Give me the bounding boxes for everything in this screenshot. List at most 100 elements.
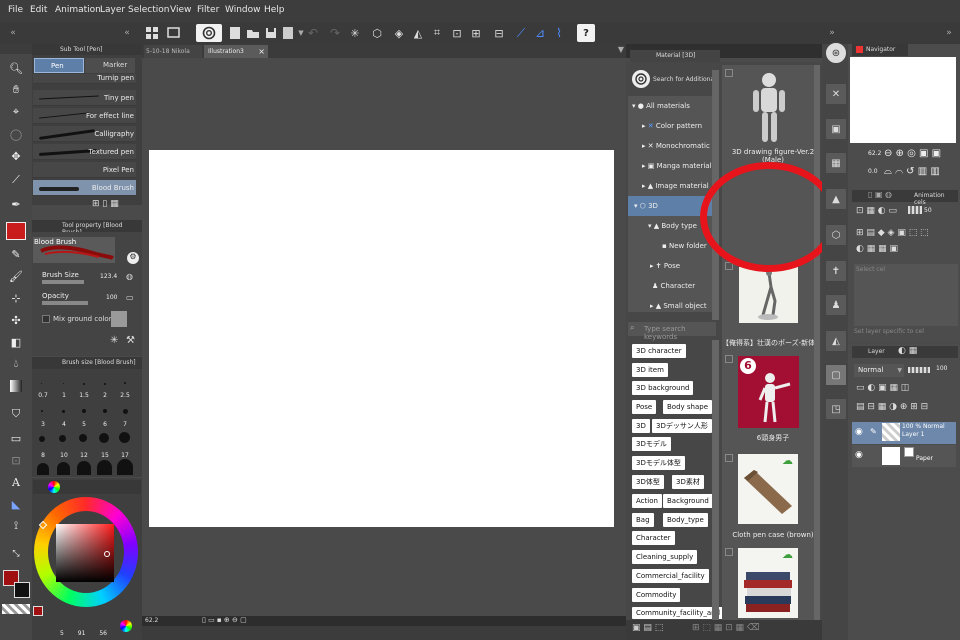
- subtool-item-selected[interactable]: Blood Brush: [33, 180, 136, 196]
- side-3d-icon[interactable]: ⬡: [825, 224, 847, 246]
- brush-size-dot[interactable]: [37, 463, 49, 475]
- swap-color-icon[interactable]: ⤡: [8, 546, 24, 562]
- keyword-search-field[interactable]: ⌕ Type search keywords: [628, 322, 716, 341]
- tag[interactable]: Action: [632, 494, 662, 508]
- tag[interactable]: Commodity: [632, 588, 681, 602]
- side-active-icon[interactable]: ▢: [825, 364, 847, 386]
- brush-size-dot[interactable]: [99, 433, 109, 443]
- tree-item[interactable]: ▸ ✝ Pose: [650, 256, 680, 276]
- correction-tool-icon[interactable]: ⟟: [8, 518, 24, 534]
- figure-tool-icon[interactable]: ▭: [8, 430, 24, 446]
- tree-item[interactable]: ▸ ▣ Manga material: [642, 156, 716, 176]
- gradient-tool-icon[interactable]: [8, 378, 24, 394]
- item-checkbox[interactable]: [725, 454, 733, 462]
- eraser-tool-icon[interactable]: ◧: [8, 334, 24, 350]
- tree-item[interactable]: ▪ New folder: [662, 236, 707, 256]
- selection-in-icon[interactable]: ⊞: [467, 24, 485, 42]
- subtool-item[interactable]: Turnip pen: [33, 74, 136, 84]
- new-document-icon[interactable]: [226, 24, 244, 42]
- item-checkbox[interactable]: [725, 548, 733, 556]
- item-thumbnail-pose[interactable]: [739, 267, 798, 323]
- item-thumbnail-figure-6[interactable]: 6: [738, 356, 799, 428]
- undo-icon[interactable]: ↶: [304, 24, 322, 42]
- tag[interactable]: 3D: [632, 419, 650, 433]
- help-icon[interactable]: ?: [577, 24, 595, 42]
- blend-tool-icon[interactable]: ✣: [8, 312, 24, 328]
- subtool-item[interactable]: Pixel Pen: [33, 162, 136, 178]
- zoom-tool-icon[interactable]: 🔍︎: [8, 60, 24, 76]
- tag[interactable]: 3Dモデル体型: [632, 456, 685, 470]
- material-footer-actions[interactable]: ⊞ ⬚ ▦ ⊡ ▦ ⌫: [692, 623, 760, 633]
- crop-icon[interactable]: ⌗: [428, 24, 446, 42]
- download-cloud-icon[interactable]: ☁: [782, 548, 793, 561]
- layer-tools-row2[interactable]: ▤ ⊟ ▦ ◑ ⊕ ⊞ ⊟: [856, 402, 928, 412]
- tree-item[interactable]: ▸ ▲ Small object: [650, 296, 707, 310]
- brush-settings-icon[interactable]: ⚙︎: [127, 252, 139, 264]
- brush-size-dot[interactable]: [124, 382, 126, 384]
- menu-edit[interactable]: Edit: [30, 5, 47, 15]
- menu-layer[interactable]: Layer: [100, 5, 125, 15]
- item-checkbox[interactable]: [725, 69, 733, 77]
- tree-item[interactable]: ▸ ▲ Image material: [642, 176, 716, 196]
- pen-nib-tool-icon[interactable]: ✒︎: [8, 196, 24, 212]
- side-image-icon[interactable]: ▲: [825, 188, 847, 210]
- brush-tool-icon[interactable]: 🖌︎: [8, 268, 24, 284]
- download-cloud-icon[interactable]: ☁: [782, 454, 793, 467]
- material-footer-icons[interactable]: ▣ ▤ ⬚: [632, 623, 663, 633]
- move-tool-icon[interactable]: ✥: [8, 148, 24, 164]
- collapse-left-icon[interactable]: «: [4, 24, 22, 42]
- tag[interactable]: 3Dデッサン人形: [652, 419, 712, 433]
- eyedropper-tool-icon[interactable]: ⟋: [8, 172, 24, 188]
- brush-size-dot[interactable]: [59, 435, 66, 442]
- tree-item[interactable]: ▾ ▲ Body type: [648, 216, 697, 236]
- fill-icon[interactable]: ◈: [390, 24, 408, 42]
- tab-menu-icon[interactable]: ▼: [618, 45, 624, 54]
- selection-out-icon[interactable]: ⊡: [448, 24, 466, 42]
- pen-tool-icon[interactable]: [6, 222, 26, 240]
- brush-size-dot[interactable]: [77, 461, 91, 475]
- subtool-actions[interactable]: ⊞ ▯ ▦: [92, 199, 119, 209]
- opacity-slider[interactable]: [42, 301, 88, 305]
- sub-color-swatch[interactable]: [14, 582, 30, 598]
- layer-opacity-slider[interactable]: [908, 367, 930, 373]
- save-icon[interactable]: [262, 24, 280, 42]
- mix-swatch[interactable]: [111, 311, 127, 327]
- brush-size-dot[interactable]: [117, 459, 133, 475]
- canvas[interactable]: [149, 150, 614, 527]
- tag[interactable]: 3D体型: [632, 475, 664, 489]
- lasso-tool-icon[interactable]: ◯: [8, 126, 24, 142]
- subtool-item[interactable]: For effect line: [33, 108, 136, 124]
- blend-mode-select[interactable]: Normal ▼: [854, 364, 904, 377]
- side-pose-icon[interactable]: ✝: [825, 260, 847, 282]
- layer-row-selected[interactable]: ◉ ✎ 100 % Normal Layer 1: [852, 422, 956, 444]
- brush-size-dot[interactable]: [62, 410, 65, 413]
- side-character-icon[interactable]: ♟: [825, 294, 847, 316]
- grid-icon[interactable]: [143, 24, 161, 42]
- ruler-icon[interactable]: ⟋: [512, 24, 530, 42]
- brush-size-dot[interactable]: [79, 434, 87, 442]
- tab-pen[interactable]: Pen: [34, 58, 84, 73]
- snap-icon[interactable]: ⌇: [550, 24, 568, 42]
- wrench-icon[interactable]: ⚒: [126, 335, 135, 346]
- fill-bucket-tool-icon[interactable]: ⛉: [8, 406, 24, 422]
- animation-tab-icons[interactable]: ▯ ▣ ◍: [868, 190, 892, 199]
- side-material-icon-2[interactable]: ▣: [825, 118, 847, 140]
- fill-tool-icon[interactable]: 💧︎: [8, 356, 24, 372]
- tag[interactable]: Body shape: [663, 400, 713, 414]
- subtool-item[interactable]: Calligraphy: [33, 126, 136, 142]
- tag[interactable]: Body_type: [663, 513, 708, 527]
- doc-tab-2[interactable]: Illustration3 ×: [204, 45, 268, 58]
- text-tool-icon[interactable]: A: [8, 474, 24, 490]
- search-materials-label[interactable]: Search for Additional Materials: [653, 76, 717, 83]
- tag[interactable]: 3D character: [632, 344, 686, 358]
- subtool-item[interactable]: Textured pen: [33, 144, 136, 160]
- brush-size-dot[interactable]: [57, 462, 70, 475]
- layer-tools-row1[interactable]: ▭ ◐ ▣ ▦ ◫: [856, 383, 909, 393]
- menu-animation[interactable]: Animation: [55, 5, 101, 15]
- animation-slider[interactable]: [908, 206, 922, 214]
- navigator-zoom-buttons[interactable]: ⊖ ⊕ ◎ ▣ ▣: [884, 148, 941, 159]
- menu-view[interactable]: View: [170, 5, 191, 15]
- item-checkbox[interactable]: [725, 355, 733, 363]
- item-thumbnail-figure[interactable]: [740, 70, 798, 146]
- brush-size-dot[interactable]: [63, 383, 64, 384]
